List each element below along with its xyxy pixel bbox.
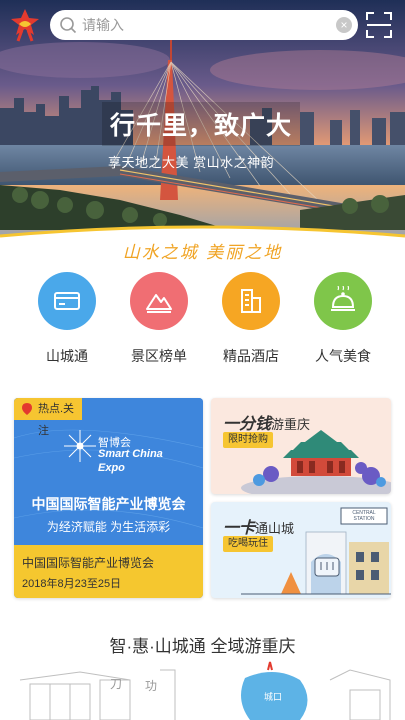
station-sign-line2: STATION xyxy=(353,516,375,522)
promo-title: 一分钱游重庆 xyxy=(223,410,310,434)
nav-circle xyxy=(38,272,96,330)
expo-logo-en2: Expo xyxy=(98,462,125,474)
clear-icon[interactable]: × xyxy=(336,17,352,33)
hot-topic-tag: 热点.关注 xyxy=(14,398,82,437)
expo-banner-title: 中国国际智能产业博览会 xyxy=(31,496,186,512)
nav-label: 景区榜单 xyxy=(131,348,187,364)
feature-card-expo[interactable]: 热点.关注 智博会 Smart China Expo 中国国际智能产业博览会 为… xyxy=(14,398,203,598)
map-label: 城口 xyxy=(264,692,283,702)
expo-banner-subtitle: 为经济赋能 为生活添彩 xyxy=(46,520,171,534)
nav-item-hotels[interactable]: 精品酒店 xyxy=(206,272,296,366)
pin-icon xyxy=(22,403,32,415)
nav-label: 精品酒店 xyxy=(223,348,279,364)
hero-banner[interactable]: 请输入 × 行千里，致广大 享天地之大美 赏山水之神韵 xyxy=(0,0,405,245)
quick-nav: 山城通 景区榜单 精品酒店 人气美食 xyxy=(0,272,405,372)
promo-card-one-card[interactable]: CENTRAL STATION 一卡通山城 吃喝玩住 xyxy=(211,502,391,598)
nav-circle xyxy=(222,272,280,330)
app-logo-icon xyxy=(11,9,39,42)
footer-map-illustration: 刀 功 xyxy=(0,660,405,720)
search-icon xyxy=(60,17,77,34)
promo-pill: 限时抢购 xyxy=(223,432,273,448)
promo-card-one-cent[interactable]: 一分钱游重庆 限时抢购 xyxy=(211,398,391,494)
promo-title: 一卡通山城 xyxy=(223,514,294,538)
hero-subtitle: 享天地之大美 赏山水之神韵 xyxy=(108,155,275,170)
footer-deco-char: 功 xyxy=(145,679,157,693)
card-icon xyxy=(54,292,80,310)
search-bar[interactable]: 请输入 × xyxy=(50,10,358,40)
promo-title-rest: 通山城 xyxy=(255,521,295,536)
feature-title: 中国国际智能产业博览会 xyxy=(22,556,155,570)
promo-title-strong: 一分钱 xyxy=(223,416,272,433)
search-input[interactable]: 请输入 xyxy=(82,16,124,34)
section-title: 智·惠·山城通 全域游重庆 xyxy=(109,637,296,656)
feature-caption: 中国国际智能产业博览会 2018年8月23至25日 xyxy=(14,545,203,598)
nav-circle xyxy=(130,272,188,330)
nav-label: 山城通 xyxy=(46,348,88,364)
top-bar: 请输入 × xyxy=(0,0,405,52)
scan-icon[interactable] xyxy=(366,12,392,38)
promo-title-strong: 一卡 xyxy=(223,520,256,537)
nav-item-shancheng-card[interactable]: 山城通 xyxy=(22,272,112,366)
hero-title: 行千里，致广大 xyxy=(102,102,301,146)
nav-item-scenic-ranking[interactable]: 景区榜单 xyxy=(114,272,204,366)
nav-circle xyxy=(314,272,372,330)
footer-deco-char: 刀 xyxy=(110,677,122,691)
home-page: 请输入 × 行千里，致广大 享天地之大美 赏山水之神韵 山水之城 美丽之地 山城… xyxy=(0,0,405,720)
food-cloche-icon xyxy=(331,286,355,311)
promo-pill: 吃喝玩住 xyxy=(223,536,273,552)
promo-title-rest: 游重庆 xyxy=(271,417,311,432)
feature-date: 2018年8月23至25日 xyxy=(22,578,122,590)
footer-illustration[interactable]: 刀 功 城口 xyxy=(0,660,405,720)
nav-item-food[interactable]: 人气美食 xyxy=(298,272,388,366)
hotel-icon xyxy=(241,289,261,313)
mountain-icon xyxy=(146,294,172,313)
expo-logo-en1: Smart China xyxy=(98,448,163,460)
slogan-text: 山水之城 美丽之地 xyxy=(122,243,283,263)
nav-label: 人气美食 xyxy=(315,348,371,364)
